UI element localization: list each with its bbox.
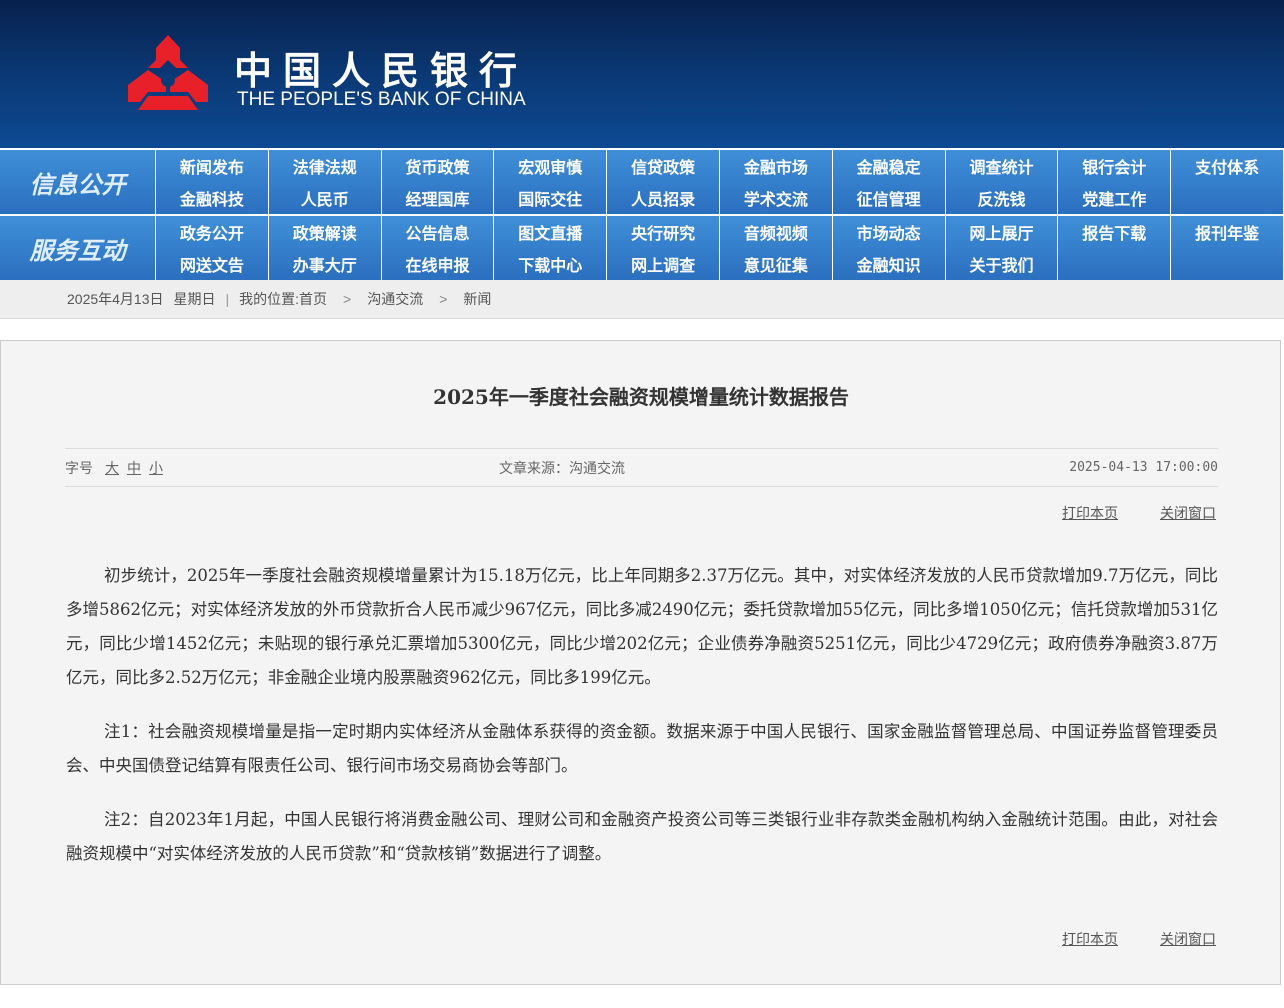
article-panel: 2025年一季度社会融资规模增量统计数据报告 字号 大 中 小 文章来源：沟通交…: [0, 340, 1281, 985]
nav-service-item-7[interactable]: 网上展厅: [946, 216, 1059, 248]
nav-info-item-15[interactable]: 学术交流: [720, 182, 833, 214]
article-datetime: 2025-04-13 17:00:00: [1069, 460, 1218, 475]
font-size-large-link[interactable]: 大: [105, 458, 119, 478]
nav-service-empty-cell: [1171, 248, 1284, 280]
nav-info-item-17[interactable]: 反洗钱: [946, 182, 1059, 214]
font-size-small-link[interactable]: 小: [149, 458, 163, 478]
breadcrumb: 2025年4月13日 星期日 | 我的位置: 首页 > 沟通交流 > 新闻: [0, 280, 1284, 319]
article-tools-bottom: 打印本页 关闭窗口: [1062, 929, 1216, 949]
nav-info-item-7[interactable]: 调查统计: [946, 150, 1059, 182]
nav-grid-service: 政务公开 政策解读 公告信息 图文直播 央行研究 音频视频 市场动态 网上展厅 报告下载 报刊年鉴…: [156, 216, 1284, 280]
nav-info-item-1[interactable]: 法律法规: [269, 150, 382, 182]
print-page-link[interactable]: 打印本页: [1062, 929, 1118, 949]
close-window-link[interactable]: 关闭窗口: [1160, 503, 1216, 523]
nav-service-item-16[interactable]: 金融知识: [833, 248, 946, 280]
location-label: 我的位置:: [239, 291, 300, 307]
breadcrumb-level2-link[interactable]: 新闻: [463, 289, 491, 309]
nav-service-empty-cell: [1058, 248, 1172, 280]
nav-info-item-9[interactable]: 支付体系: [1171, 150, 1284, 182]
article-source: 文章来源：沟通交流: [499, 459, 625, 476]
chevron-right-icon: >: [343, 291, 352, 307]
site-header: 中国人民银行 THE PEOPLE'S BANK OF CHINA: [0, 0, 1284, 148]
main-navigation: 信息公开 新闻发布 法律法规 货币政策 宏观审慎 信贷政策 金融市场 金融稳定 调查统计 银行会…: [0, 148, 1284, 280]
nav-service-item-9[interactable]: 报刊年鉴: [1171, 216, 1284, 248]
nav-section-info: 信息公开 新闻发布 法律法规 货币政策 宏观审慎 信贷政策 金融市场 金融稳定 调查统计 银行会…: [0, 150, 1284, 214]
print-page-link[interactable]: 打印本页: [1062, 503, 1118, 523]
article-meta: 字号 大 中 小 文章来源：沟通交流 2025-04-13 17:00:00: [65, 448, 1218, 487]
nav-info-item-10[interactable]: 金融科技: [156, 182, 269, 214]
nav-service-item-3[interactable]: 图文直播: [494, 216, 608, 248]
chevron-right-icon: >: [439, 291, 448, 307]
nav-service-item-13[interactable]: 下载中心: [494, 248, 608, 280]
nav-service-item-0[interactable]: 政务公开: [156, 216, 269, 248]
nav-service-item-11[interactable]: 办事大厅: [269, 248, 382, 280]
nav-grid-info: 新闻发布 法律法规 货币政策 宏观审慎 信贷政策 金融市场 金融稳定 调查统计 银行会计 支付体系…: [156, 150, 1284, 214]
nav-service-item-6[interactable]: 市场动态: [833, 216, 946, 248]
breadcrumb-home-link[interactable]: 首页: [299, 289, 327, 309]
nav-info-item-11[interactable]: 人民币: [269, 182, 382, 214]
article-note-2: 注2：自2023年1月起，中国人民银行将消费金融公司、理财公司和金融资产投资公司…: [66, 810, 1218, 863]
nav-info-item-13[interactable]: 国际交往: [494, 182, 608, 214]
nav-info-item-8[interactable]: 银行会计: [1058, 150, 1172, 182]
nav-service-item-2[interactable]: 公告信息: [382, 216, 495, 248]
nav-section-service: 服务互动 政务公开 政策解读 公告信息 图文直播 央行研究 音频视频 市场动态 网上展厅 报告下…: [0, 216, 1284, 280]
article-body: 初步统计，2025年一季度社会融资规模增量累计为15.18万亿元，比上年同期多2…: [66, 559, 1218, 891]
nav-section-title-service: 服务互动: [0, 216, 156, 280]
article-note-1: 注1：社会融资规模增量是指一定时期内实体经济从金融体系获得的资金额。数据来源于中…: [66, 722, 1218, 775]
font-size-label: 字号: [65, 459, 93, 476]
pboc-emblem-icon: [128, 35, 208, 110]
nav-service-item-14[interactable]: 网上调查: [607, 248, 720, 280]
logo-english-text: THE PEOPLE'S BANK OF CHINA: [237, 89, 526, 110]
nav-section-title-info: 信息公开: [0, 150, 156, 214]
article-title: 2025年一季度社会融资规模增量统计数据报告: [433, 385, 849, 409]
nav-service-item-8[interactable]: 报告下载: [1058, 216, 1172, 248]
nav-info-empty-cell: [1171, 182, 1284, 214]
article-paragraph: 初步统计，2025年一季度社会融资规模增量累计为15.18万亿元，比上年同期多2…: [66, 566, 1218, 687]
nav-service-item-17[interactable]: 关于我们: [946, 248, 1059, 280]
nav-info-item-18[interactable]: 党建工作: [1058, 182, 1172, 214]
current-date: 2025年4月13日: [67, 291, 164, 307]
nav-info-item-6[interactable]: 金融稳定: [833, 150, 946, 182]
nav-service-item-15[interactable]: 意见征集: [720, 248, 833, 280]
nav-service-item-10[interactable]: 网送文告: [156, 248, 269, 280]
nav-service-item-4[interactable]: 央行研究: [607, 216, 720, 248]
nav-info-item-4[interactable]: 信贷政策: [607, 150, 720, 182]
current-weekday: 星期日: [173, 291, 216, 307]
breadcrumb-divider: |: [225, 291, 230, 307]
nav-info-item-12[interactable]: 经理国库: [382, 182, 495, 214]
nav-info-item-14[interactable]: 人员招录: [607, 182, 720, 214]
nav-info-item-0[interactable]: 新闻发布: [156, 150, 269, 182]
nav-service-item-5[interactable]: 音频视频: [720, 216, 833, 248]
nav-service-item-1[interactable]: 政策解读: [269, 216, 382, 248]
nav-service-item-12[interactable]: 在线申报: [382, 248, 495, 280]
nav-info-item-16[interactable]: 征信管理: [833, 182, 946, 214]
breadcrumb-level1-link[interactable]: 沟通交流: [367, 289, 423, 309]
nav-info-item-3[interactable]: 宏观审慎: [494, 150, 608, 182]
nav-info-item-5[interactable]: 金融市场: [720, 150, 833, 182]
font-size-controls: 字号 大 中 小: [65, 458, 163, 478]
font-size-medium-link[interactable]: 中: [127, 458, 141, 478]
logo-chinese-text: 中国人民银行: [234, 48, 529, 93]
nav-info-item-2[interactable]: 货币政策: [382, 150, 495, 182]
close-window-link[interactable]: 关闭窗口: [1160, 929, 1216, 949]
article-tools-top: 打印本页 关闭窗口: [1062, 503, 1216, 523]
